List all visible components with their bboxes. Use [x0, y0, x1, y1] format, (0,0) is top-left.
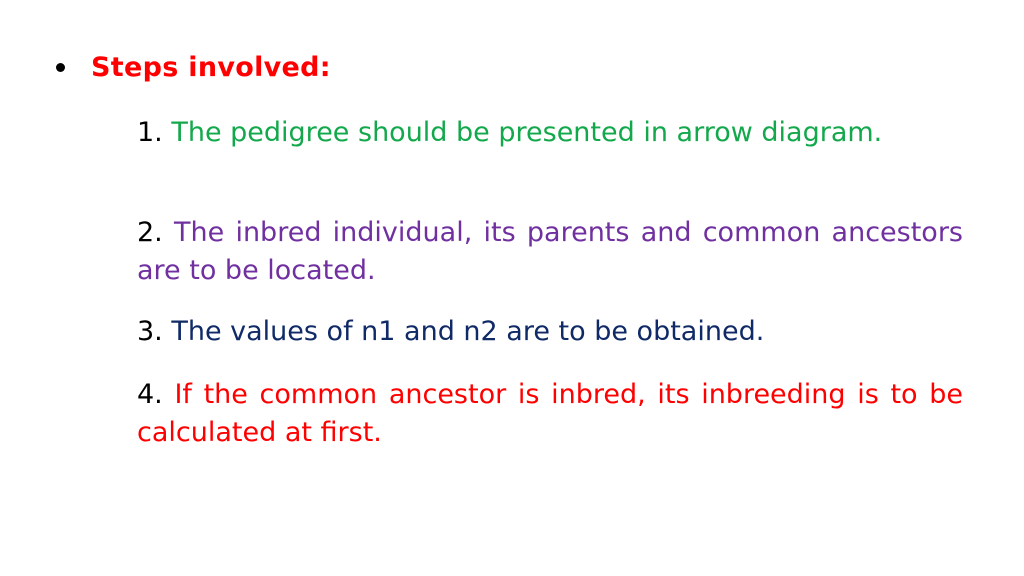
- step-text: The inbred individual, its parents and c…: [137, 217, 963, 286]
- step-1: 1. The pedigree should be presented in a…: [137, 114, 963, 152]
- step-number: 2.: [137, 217, 163, 248]
- step-text: The pedigree should be presented in arro…: [171, 117, 883, 148]
- step-number: 1.: [137, 117, 163, 148]
- heading: Steps involved:: [91, 52, 331, 83]
- heading-row: Steps involved:: [56, 52, 331, 83]
- step-3: 3. The values of n1 and n2 are to be obt…: [137, 313, 963, 351]
- step-2: 2. The inbred individual, its parents an…: [137, 214, 963, 290]
- step-4: 4. If the common ancestor is inbred, its…: [137, 376, 963, 452]
- step-text: If the common ancestor is inbred, its in…: [137, 379, 963, 448]
- step-number: 3.: [137, 316, 163, 347]
- step-number: 4.: [137, 379, 163, 410]
- bullet-icon: [56, 63, 65, 72]
- step-text: The values of n1 and n2 are to be obtain…: [171, 316, 765, 347]
